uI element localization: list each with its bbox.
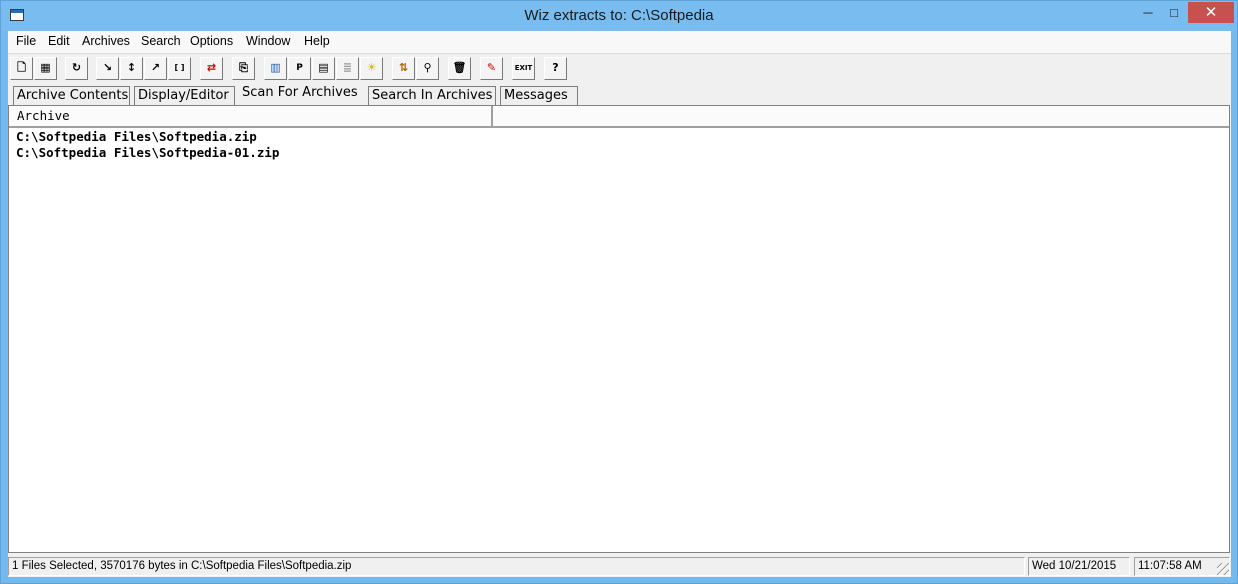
tab-display-editor[interactable]: Display/Editor [134, 86, 235, 105]
client-area: File Edit Archives Search Options Window… [8, 31, 1231, 577]
status-time: 11:07:58 AM [1134, 557, 1230, 576]
view-icon[interactable]: ▥ [264, 57, 287, 80]
resize-grip[interactable] [1217, 563, 1229, 575]
lightbulb-icon[interactable]: ☀ [360, 57, 383, 80]
refresh-icon[interactable]: ↻ [65, 57, 88, 80]
exit-icon[interactable]: EXIT [512, 57, 535, 80]
new-document-icon[interactable]: 🗋 [10, 57, 33, 80]
delete-icon[interactable]: 🗑 [448, 57, 471, 80]
pdf-icon[interactable]: P [288, 57, 311, 80]
status-message: 1 Files Selected, 3570176 bytes in C:\So… [8, 557, 1025, 576]
minimize-button[interactable]: ─ [1135, 2, 1161, 23]
toolbar: 🗋 ▦ ↻ ↘ ↕ ↗ [ ] ⇄ ⎘ ▥ P ▤ ≣ ☀ ⇅ ⚲ 🗑 ✎ EX… [8, 53, 1231, 82]
menu-help[interactable]: Help [304, 34, 330, 48]
extract-all-icon[interactable]: ↕ [120, 57, 143, 80]
extract-dir-icon[interactable]: ↘ [96, 57, 119, 80]
title-bar[interactable]: Wiz extracts to: C:\Softpedia ─ □ ✕ [1, 1, 1237, 31]
column-archive[interactable]: Archive [9, 106, 493, 126]
tab-search-in-archives[interactable]: Search In Archives [368, 86, 496, 105]
column-header: Archive [9, 106, 1229, 128]
list-item[interactable]: C:\Softpedia Files\Softpedia.zip [16, 129, 279, 145]
film-icon[interactable]: ▤ [312, 57, 335, 80]
copy-icon[interactable]: ⎘ [232, 57, 255, 80]
help-icon[interactable]: ? [544, 57, 567, 80]
menu-search[interactable]: Search [141, 34, 181, 48]
menu-options[interactable]: Options [190, 34, 233, 48]
open-archive-icon[interactable]: ▦ [34, 57, 57, 80]
menu-archives[interactable]: Archives [82, 34, 130, 48]
maximize-button[interactable]: □ [1161, 2, 1187, 23]
text-file-icon[interactable]: ≣ [336, 57, 359, 80]
status-bar: 1 Files Selected, 3570176 bytes in C:\So… [8, 556, 1231, 577]
extract-selected-icon[interactable]: ↗ [144, 57, 167, 80]
menu-bar: File Edit Archives Search Options Window… [8, 31, 1231, 53]
tab-archive-contents[interactable]: Archive Contents [13, 86, 130, 105]
bracket-icon[interactable]: [ ] [168, 57, 191, 80]
sort-icon[interactable]: ⇅ [392, 57, 415, 80]
menu-window[interactable]: Window [246, 34, 290, 48]
menu-edit[interactable]: Edit [48, 34, 70, 48]
archive-list[interactable]: Archive C:\Softpedia Files\Softpedia.zip… [8, 105, 1230, 553]
tab-messages[interactable]: Messages [500, 86, 578, 105]
close-button[interactable]: ✕ [1188, 2, 1234, 23]
window-title: Wiz extracts to: C:\Softpedia [524, 7, 714, 24]
convert-icon[interactable]: ⇄ [200, 57, 223, 80]
tab-scan-for-archives[interactable]: Scan For Archives [242, 83, 364, 105]
tab-strip: Archive Contents Display/Editor Scan For… [8, 83, 1231, 105]
edit-icon[interactable]: ✎ [480, 57, 503, 80]
archive-rows: C:\Softpedia Files\Softpedia.zip C:\Soft… [16, 129, 279, 161]
app-window: Wiz extracts to: C:\Softpedia ─ □ ✕ File… [0, 0, 1238, 584]
search-icon[interactable]: ⚲ [416, 57, 439, 80]
list-item[interactable]: C:\Softpedia Files\Softpedia-01.zip [16, 145, 279, 161]
menu-file[interactable]: File [16, 34, 36, 48]
status-date: Wed 10/21/2015 [1028, 557, 1130, 576]
